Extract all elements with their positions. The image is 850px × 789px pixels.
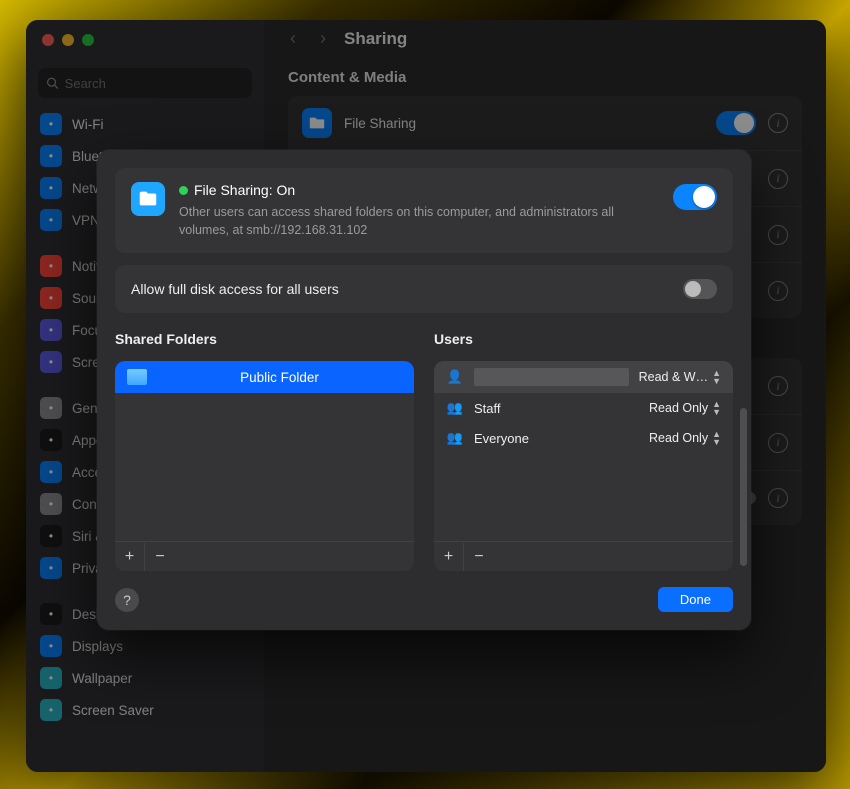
user-name: Staff (474, 401, 639, 416)
help-button[interactable]: ? (115, 588, 139, 612)
status-dot-on (179, 186, 188, 195)
user-row[interactable]: 👤 Read & W…▲▼ (434, 361, 733, 393)
hourglass-icon: • (40, 351, 62, 373)
modal-description: Other users can access shared folders on… (179, 204, 659, 239)
search-input[interactable] (65, 76, 244, 91)
remove-folder-button[interactable]: − (145, 543, 175, 571)
users-column: Users 👤 Read & W…▲▼ 👥 Staff Read Only▲▼ 👥 Ever… (434, 331, 733, 571)
appearance-icon: • (40, 429, 62, 451)
minimize-window-button[interactable] (62, 34, 74, 46)
permission-select[interactable]: Read & W…▲▼ (639, 369, 721, 385)
folder-icon (302, 108, 332, 138)
back-button[interactable]: ‹ (284, 28, 302, 49)
chevron-updown-icon: ▲▼ (712, 369, 721, 385)
info-button[interactable]: i (768, 376, 788, 396)
shared-folder-item[interactable]: Public Folder (115, 361, 414, 393)
control-icon: • (40, 493, 62, 515)
user-row[interactable]: 👥 Everyone Read Only▲▼ (434, 423, 733, 453)
folder-name: Public Folder (157, 370, 402, 385)
users-footer: + − (434, 541, 733, 571)
file-sharing-label: File Sharing (344, 116, 704, 131)
file-sharing-row[interactable]: File Sharing i (288, 96, 802, 150)
folder-icon (127, 369, 147, 385)
desktop-icon: • (40, 603, 62, 625)
sidebar-item-label: VPN (72, 213, 100, 228)
sidebar-item-label: Screen Saver (72, 703, 154, 718)
shared-folders-header: Shared Folders (115, 331, 414, 347)
maximize-window-button[interactable] (82, 34, 94, 46)
user-icon: 👤 (446, 369, 464, 385)
chevron-updown-icon: ▲▼ (712, 430, 721, 446)
globe-icon: • (40, 177, 62, 199)
displays-icon: • (40, 635, 62, 657)
siri-icon: • (40, 525, 62, 547)
user-icon: 👥 (446, 430, 464, 446)
forward-button[interactable]: › (314, 28, 332, 49)
search-field[interactable] (38, 68, 252, 98)
shared-folders-footer: + − (115, 541, 414, 571)
users-header: Users (434, 331, 733, 347)
vpn-icon: • (40, 209, 62, 231)
bell-icon: • (40, 255, 62, 277)
add-folder-button[interactable]: + (115, 543, 145, 571)
remove-user-button[interactable]: − (464, 543, 494, 571)
shared-folders-list: Public Folder + − (115, 361, 414, 571)
sidebar-item-displays[interactable]: • Displays (26, 630, 264, 662)
sidebar-item-label: Wallpaper (72, 671, 132, 686)
main-header: ‹ › Sharing (264, 20, 826, 59)
file-sharing-main-toggle[interactable] (673, 184, 717, 210)
screensaver-icon: • (40, 699, 62, 721)
close-window-button[interactable] (42, 34, 54, 46)
modal-title: File Sharing: On (194, 182, 295, 198)
scrollbar[interactable] (740, 408, 747, 566)
gear-icon: • (40, 397, 62, 419)
sidebar-item-screen-saver[interactable]: • Screen Saver (26, 694, 264, 726)
bluetooth-icon: • (40, 145, 62, 167)
info-button[interactable]: i (768, 225, 788, 245)
page-title: Sharing (344, 29, 407, 49)
permission-select[interactable]: Read Only▲▼ (649, 400, 721, 416)
full-disk-access-label: Allow full disk access for all users (131, 281, 339, 297)
wifi-icon: • (40, 113, 62, 135)
user-icon: 👥 (446, 400, 464, 416)
accessibility-icon: • (40, 461, 62, 483)
info-button[interactable]: i (768, 488, 788, 508)
shared-folders-column: Shared Folders Public Folder + − (115, 331, 414, 571)
chevron-updown-icon: ▲▼ (712, 400, 721, 416)
info-button[interactable]: i (768, 281, 788, 301)
hand-icon: • (40, 557, 62, 579)
sidebar-item-wi-fi[interactable]: • Wi-Fi (26, 108, 264, 140)
sound-icon: • (40, 287, 62, 309)
window-controls (26, 20, 264, 60)
info-button[interactable]: i (768, 433, 788, 453)
permission-select[interactable]: Read Only▲▼ (649, 430, 721, 446)
add-user-button[interactable]: + (434, 543, 464, 571)
folder-share-icon (131, 182, 165, 216)
done-button[interactable]: Done (658, 587, 733, 612)
wallpaper-icon: • (40, 667, 62, 689)
search-icon (46, 76, 59, 90)
section-header-content-media: Content & Media (288, 69, 802, 86)
user-name: Everyone (474, 431, 639, 446)
user-name (474, 368, 629, 386)
users-list: 👤 Read & W…▲▼ 👥 Staff Read Only▲▼ 👥 Everyone Re… (434, 361, 733, 571)
user-row[interactable]: 👥 Staff Read Only▲▼ (434, 393, 733, 423)
info-button[interactable]: i (768, 113, 788, 133)
sidebar-item-label: Wi-Fi (72, 117, 103, 132)
moon-icon: • (40, 319, 62, 341)
file-sharing-toggle[interactable] (716, 111, 756, 135)
info-button[interactable]: i (768, 169, 788, 189)
sidebar-item-wallpaper[interactable]: • Wallpaper (26, 662, 264, 694)
file-sharing-modal: File Sharing: On Other users can access … (97, 150, 751, 630)
file-sharing-status-card: File Sharing: On Other users can access … (115, 168, 733, 253)
full-disk-access-row: Allow full disk access for all users (115, 265, 733, 313)
full-disk-access-toggle[interactable] (683, 279, 717, 299)
sidebar-item-label: Displays (72, 639, 123, 654)
